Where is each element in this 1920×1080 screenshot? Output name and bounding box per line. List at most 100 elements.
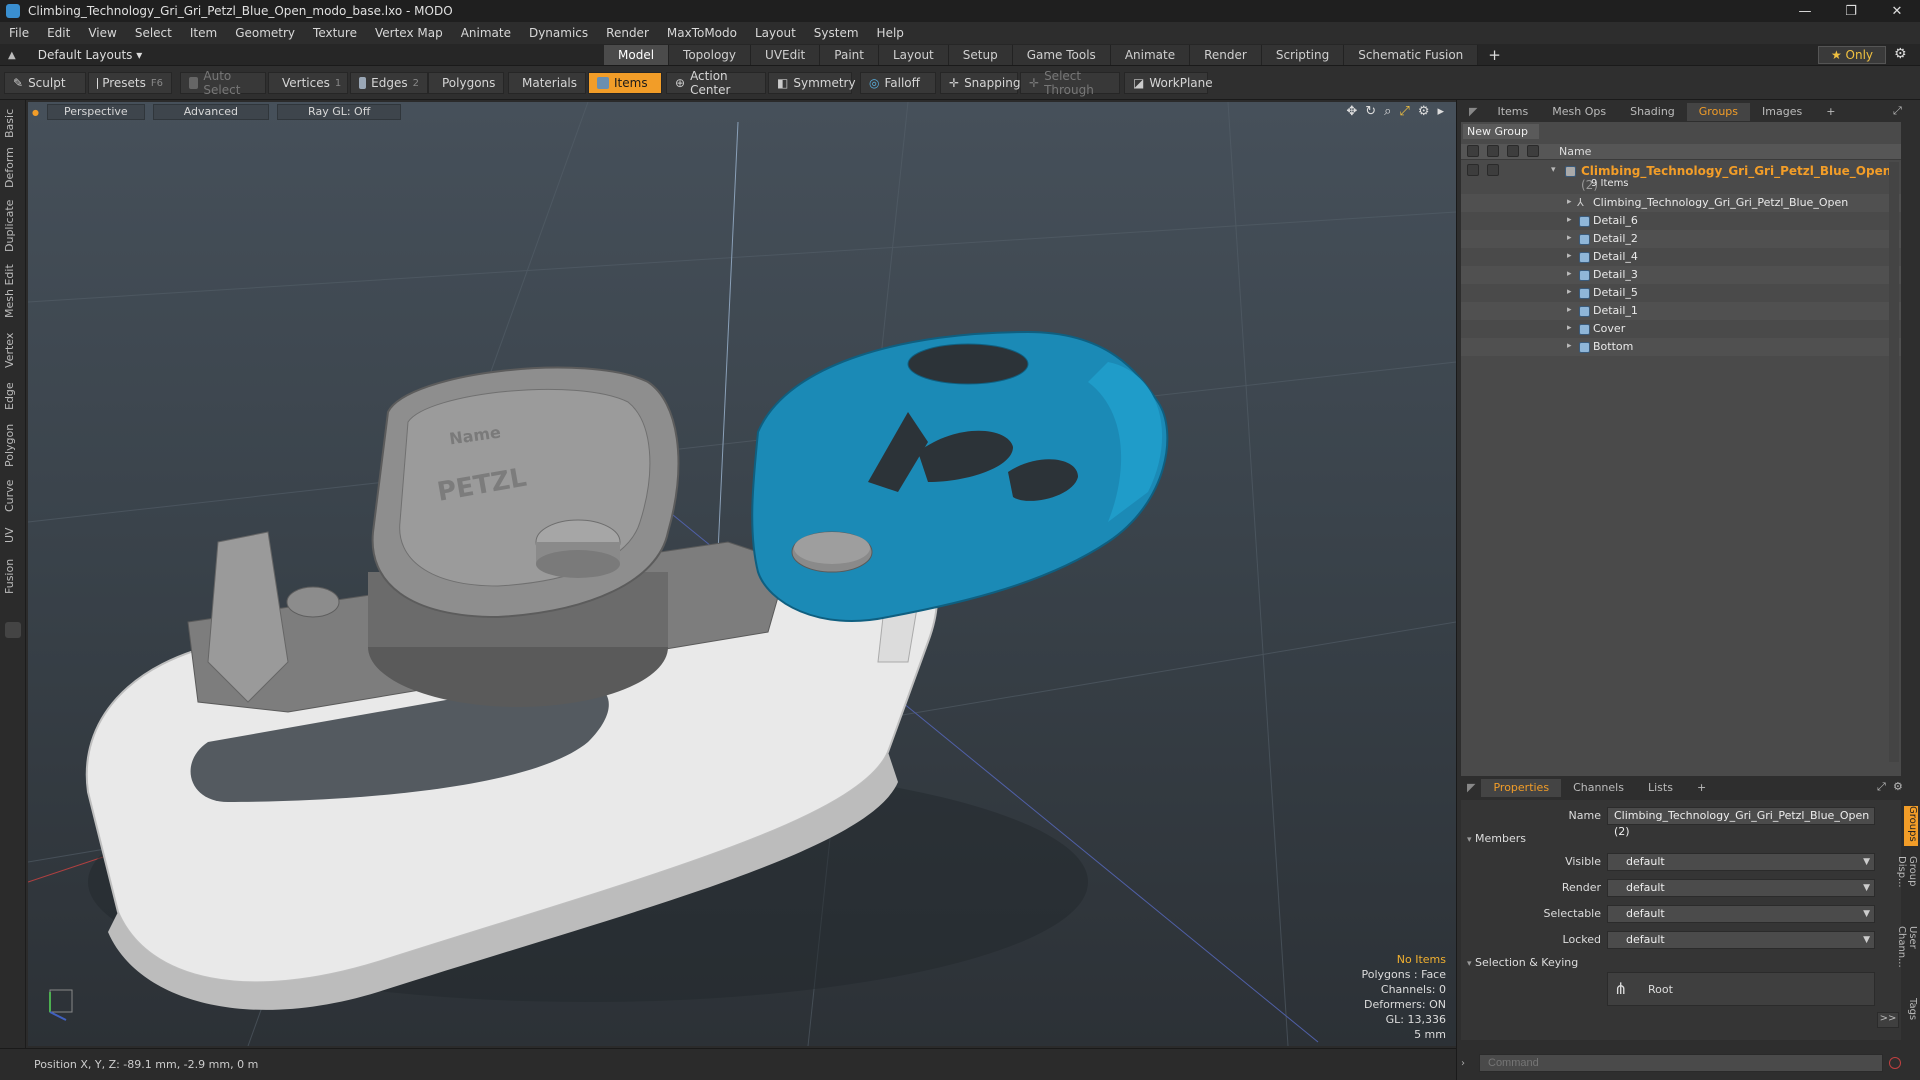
add-panel-tab-button[interactable]: + [1814,103,1847,121]
left-tab-edge[interactable]: Edge [3,378,23,414]
presets-button[interactable]: Presets F6 [88,72,172,94]
left-tab-fusion[interactable]: Fusion [3,554,23,598]
tab-game-tools[interactable]: Game Tools [1012,45,1111,65]
tab-paint[interactable]: Paint [820,45,879,65]
list-item[interactable]: ▸ Detail_5 [1461,284,1901,302]
visible-dropdown[interactable]: default ▼ [1607,853,1875,871]
panel-menu-icon[interactable]: ◤ [1461,103,1485,121]
tab-properties[interactable]: Properties [1481,779,1562,797]
left-tab-curve[interactable]: Curve [3,476,23,516]
menu-texture[interactable]: Texture [304,26,366,40]
tab-schematic-fusion[interactable]: Schematic Fusion [1344,45,1479,65]
layout-up-icon[interactable]: ▲ [8,50,16,61]
name-field[interactable]: Climbing_Technology_Gri_Gri_Petzl_Blue_O… [1607,807,1875,838]
side-tab-groups[interactable]: Groups [1904,806,1918,846]
menu-geometry[interactable]: Geometry [226,26,304,40]
view-mode-button[interactable]: Perspective [46,104,145,120]
side-tab-user-channels[interactable]: User Chann... [1896,926,1918,990]
tab-shading[interactable]: Shading [1618,103,1687,121]
falloff-button[interactable]: ◎ Falloff [860,72,936,94]
materials-button[interactable]: Materials [508,72,586,94]
panel-toggle-icon[interactable] [5,622,21,638]
left-tab-vertex[interactable]: Vertex [3,328,23,372]
list-item[interactable]: ▸ Detail_3 [1461,266,1901,284]
visibility-header-icon[interactable] [1467,145,1479,157]
side-tab-group-display[interactable]: Group Disp... [1896,856,1918,920]
viewport-expand-icon[interactable]: ▸ [1437,104,1444,119]
tab-model[interactable]: Model [604,45,670,65]
command-input[interactable] [1479,1054,1884,1072]
viewport-settings-icon[interactable]: ⚙ [1418,104,1430,119]
gear-icon[interactable]: ⚙ [1894,46,1907,62]
tab-groups[interactable]: Groups [1686,103,1751,121]
members-section-header[interactable]: ▾ Members [1467,832,1526,845]
list-item[interactable]: ▸ Detail_2 [1461,230,1901,248]
render-toggle-icon[interactable] [1487,164,1499,176]
list-item[interactable]: ▸ Bottom [1461,338,1901,356]
viewport-toggle-icon[interactable]: ● [32,108,39,117]
left-tab-uv[interactable]: UV [3,520,23,550]
panel-expand-icon[interactable]: ⤢ [1893,104,1902,118]
workplane-button[interactable]: ◪ WorkPlane [1124,72,1213,94]
tab-images[interactable]: Images [1750,103,1814,121]
minimize-button[interactable]: — [1782,4,1828,19]
pan-icon[interactable]: ✥ [1346,104,1357,119]
menu-dynamics[interactable]: Dynamics [520,26,597,40]
snapping-button[interactable]: ✛ Snapping [940,72,1020,94]
sculpt-button[interactable]: ✎ Sculpt [4,72,86,94]
symmetry-button[interactable]: ◧ Symmetry [768,72,856,94]
tab-scripting[interactable]: Scripting [1261,45,1345,65]
selection-keying-section-header[interactable]: ▾ Selection & Keying [1467,956,1578,969]
menu-select[interactable]: Select [126,26,181,40]
menu-maxtomodo[interactable]: MaxToModo [658,26,746,40]
auto-select-button[interactable]: Auto Select [180,69,266,97]
menu-item[interactable]: Item [181,26,226,40]
menu-help[interactable]: Help [868,26,913,40]
expand-arrow-icon[interactable]: ▾ [1551,165,1556,175]
tab-lists[interactable]: Lists [1636,779,1685,797]
menu-vertex-map[interactable]: Vertex Map [366,26,452,40]
list-item[interactable]: ▸ Detail_6 [1461,212,1901,230]
vertices-button[interactable]: Vertices 1 [268,72,348,94]
menu-system[interactable]: System [805,26,868,40]
tab-setup[interactable]: Setup [948,45,1013,65]
side-tab-tags[interactable]: Tags [1904,998,1918,1028]
eye-icon[interactable] [1467,164,1479,176]
add-properties-tab-button[interactable]: + [1685,779,1718,797]
list-item[interactable]: ▸ Cover [1461,320,1901,338]
left-tab-deform[interactable]: Deform [3,146,23,190]
items-button[interactable]: Items [588,72,662,94]
list-item[interactable]: ▸ Detail_1 [1461,302,1901,320]
tab-topology[interactable]: Topology [669,45,752,65]
fit-icon[interactable]: ⤢ [1399,104,1409,119]
menu-animate[interactable]: Animate [452,26,520,40]
polygons-button[interactable]: Polygons [428,72,504,94]
raygl-button[interactable]: Ray GL: Off [277,104,402,120]
menu-edit[interactable]: Edit [38,26,79,40]
properties-menu-icon[interactable]: ◤ [1461,779,1481,797]
left-tab-basic[interactable]: Basic [3,106,23,140]
left-tab-mesh-edit[interactable]: Mesh Edit [3,260,23,322]
rotate-icon[interactable]: ↻ [1365,104,1376,119]
groups-scrollbar[interactable] [1889,162,1899,762]
layout-selector[interactable]: ▲ Default Layouts ▾ [8,44,142,66]
tab-channels[interactable]: Channels [1561,779,1636,797]
tab-mesh-ops[interactable]: Mesh Ops [1540,103,1618,121]
command-clear-icon[interactable] [1889,1057,1901,1069]
add-tab-button[interactable]: + [1478,45,1511,65]
menu-view[interactable]: View [79,26,125,40]
zoom-icon[interactable]: ⌕ [1384,104,1391,119]
select-header-icon[interactable] [1527,145,1539,157]
tab-render[interactable]: Render [1190,45,1262,65]
new-group-button[interactable]: New Group [1463,124,1539,139]
more-button[interactable]: >> [1877,1012,1899,1028]
tab-layout[interactable]: Layout [878,45,949,65]
lock-header-icon[interactable] [1507,145,1519,157]
tab-uvedit[interactable]: UVEdit [751,45,821,65]
tab-items[interactable]: Items [1485,103,1540,121]
render-header-icon[interactable] [1487,145,1499,157]
3d-viewport[interactable]: Name PETZL ● Perspective Advanced Ray GL… [28,102,1456,1046]
shading-mode-button[interactable]: Advanced [152,104,270,120]
only-button[interactable]: ★ Only [1818,46,1886,64]
list-item[interactable]: ▸ Detail_4 [1461,248,1901,266]
